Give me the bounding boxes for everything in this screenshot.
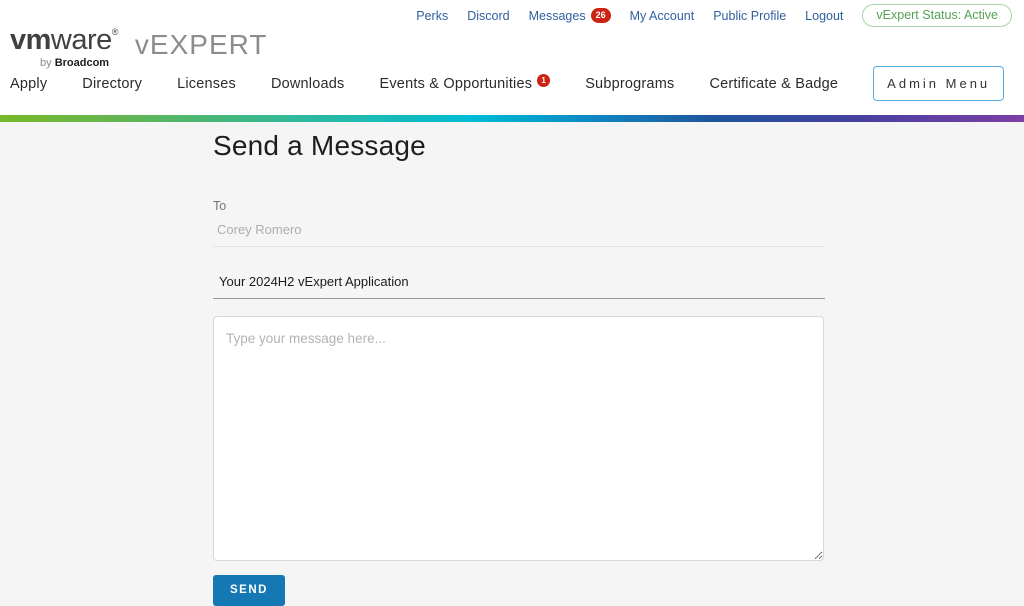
admin-menu-button[interactable]: Admin Menu [873, 66, 1005, 101]
utility-link-messages-wrap: Messages 26 [529, 8, 611, 23]
events-count-badge: 1 [537, 73, 551, 87]
utility-link-public-profile[interactable]: Public Profile [713, 9, 786, 23]
nav-item-directory[interactable]: Directory [82, 76, 142, 92]
main-content: Send a Message To SEND [0, 122, 1024, 606]
page-title: Send a Message [213, 130, 426, 161]
to-field-label: To [213, 199, 227, 213]
send-message-form: To SEND [213, 199, 825, 606]
message-textarea[interactable] [213, 316, 824, 561]
nav-item-events-label: Events & Opportunities [379, 75, 533, 92]
utility-link-perks[interactable]: Perks [416, 9, 448, 23]
utility-link-discord[interactable]: Discord [467, 9, 509, 23]
product-name: vEXPERT [134, 29, 268, 60]
nav-item-downloads[interactable]: Downloads [271, 76, 345, 92]
utility-link-my-account[interactable]: My Account [630, 9, 695, 23]
site-header: Perks Discord Messages 26 My Account Pub… [0, 0, 1024, 115]
vexpert-status-pill[interactable]: vExpert Status: Active [862, 4, 1012, 27]
vmware-logo: vmware® by Broadcom [10, 26, 118, 69]
main-nav: Apply Directory Licenses Downloads Event… [0, 66, 1024, 101]
nav-item-certificate-badge[interactable]: Certificate & Badge [709, 76, 838, 92]
utility-link-messages[interactable]: Messages [529, 9, 586, 23]
utility-link-logout[interactable]: Logout [805, 9, 843, 23]
to-field[interactable] [213, 217, 825, 247]
vmware-wordmark-rest: ware [50, 24, 112, 56]
vmware-wordmark-bold: vm [10, 24, 51, 56]
messages-count-badge: 26 [590, 8, 611, 23]
nav-item-apply[interactable]: Apply [10, 76, 47, 92]
brand-row: vmware® by Broadcom vEXPERT [10, 26, 267, 69]
nav-item-subprograms[interactable]: Subprograms [585, 76, 674, 92]
utility-nav: Perks Discord Messages 26 My Account Pub… [416, 4, 1012, 27]
send-button[interactable]: SEND [213, 575, 285, 606]
registered-mark-icon: ® [111, 27, 119, 37]
brand-gradient-bar [0, 115, 1024, 122]
nav-item-licenses[interactable]: Licenses [177, 76, 236, 92]
subject-field[interactable] [213, 269, 825, 299]
vmware-wordmark: vmware® [10, 26, 118, 55]
nav-item-events-opportunities[interactable]: Events & Opportunities 1 [379, 73, 551, 92]
